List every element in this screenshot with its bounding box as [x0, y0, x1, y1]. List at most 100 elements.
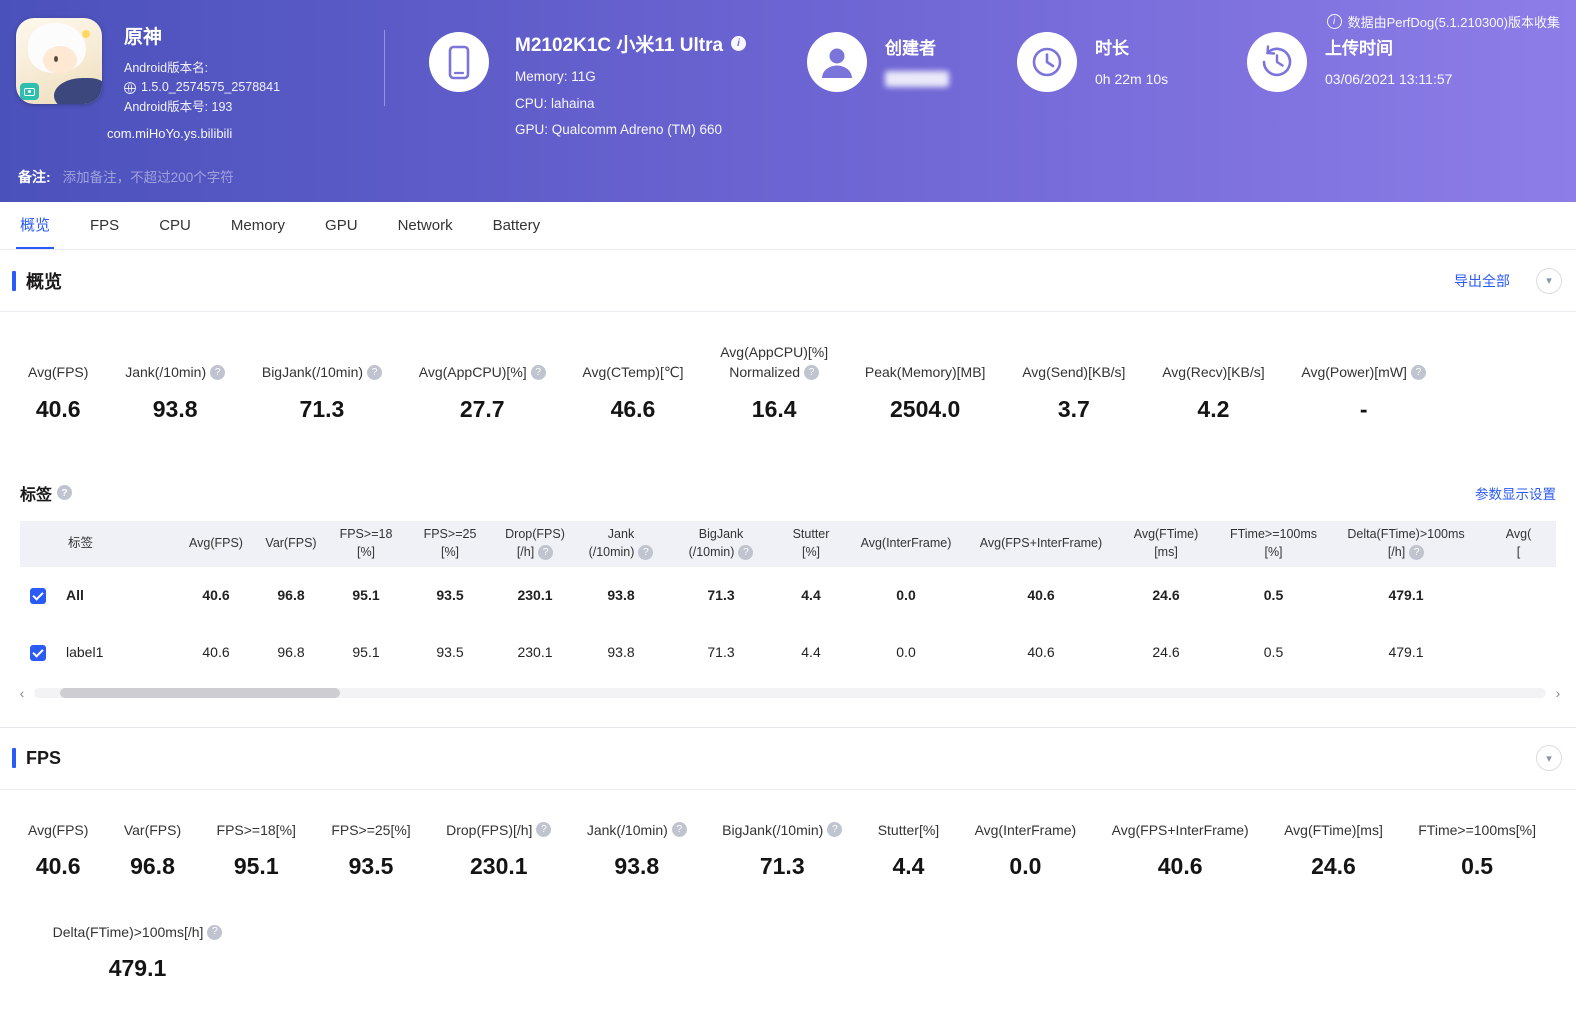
- row-value: 93.5: [436, 644, 464, 661]
- help-icon[interactable]: ?: [538, 544, 554, 560]
- metric-value: 95.1: [233, 852, 279, 879]
- column-header: Avg(FTime) [ms]: [1116, 520, 1216, 567]
- metric-value: 40.6: [1157, 852, 1203, 879]
- tab-FPS[interactable]: FPS: [70, 202, 139, 249]
- tab-Memory[interactable]: Memory: [211, 202, 305, 249]
- metric: Avg(Recv)[KB/s] 4.2: [1162, 362, 1264, 422]
- tab-GPU[interactable]: GPU: [305, 202, 378, 249]
- help-icon[interactable]: ?: [207, 924, 223, 940]
- fps-metrics-row-2: Delta(FTime)>100ms[/h]? 479.1: [0, 916, 1576, 1012]
- metric-label: Avg(Send)[KB/s]: [1022, 364, 1126, 381]
- help-icon[interactable]: ?: [827, 822, 843, 838]
- metric-value: 0.5: [1461, 852, 1494, 879]
- app-name: 原神: [124, 27, 163, 48]
- tab-CPU[interactable]: CPU: [139, 202, 211, 249]
- upload-label: 上传时间: [1325, 39, 1393, 58]
- metric-value: 479.1: [108, 955, 167, 982]
- device-block: M2102K1C 小米11 Ultra i Memory: 11G CPU: l…: [429, 18, 807, 144]
- overview-title: 概览: [26, 271, 62, 292]
- column-header: Avg([: [1481, 520, 1556, 567]
- header-divider: [384, 30, 385, 106]
- metric-value: 24.6: [1311, 852, 1356, 879]
- metric-label: Avg(FPS+InterFrame): [1111, 821, 1249, 838]
- app-version-name: 1.5.0_2574575_2578841: [141, 80, 281, 95]
- tab-概览[interactable]: 概览: [0, 202, 70, 249]
- metric-value: 40.6: [35, 395, 81, 422]
- row-checkbox[interactable]: [30, 644, 46, 661]
- help-icon[interactable]: ?: [638, 544, 654, 560]
- row-value: 93.5: [436, 587, 464, 604]
- column-header: Delta(FTime)>100ms [/h]?: [1331, 520, 1481, 567]
- fps-collapse-button[interactable]: ▾: [1536, 745, 1562, 772]
- help-icon[interactable]: ?: [804, 364, 820, 380]
- row-value: 479.1: [1388, 587, 1424, 604]
- report-header: i 数据由PerfDog(5.1.210300)版本收集 原神 Android版…: [0, 0, 1576, 202]
- metric-label: Avg(CTemp)[℃]: [582, 364, 684, 381]
- column-header: Var(FPS): [256, 520, 326, 567]
- duration-block: 时长 0h 22m 10s: [1017, 18, 1247, 92]
- metric-value: 93.5: [348, 852, 394, 879]
- row-value: 93.8: [607, 644, 635, 661]
- tab-Network[interactable]: Network: [378, 202, 473, 249]
- help-icon[interactable]: ?: [57, 485, 73, 501]
- column-header: FPS>=25 [%]: [406, 520, 494, 567]
- metric-label: BigJank(/10min)?: [722, 820, 843, 840]
- section-accent-bar: [12, 270, 16, 291]
- metric: Avg(FTime)[ms] 24.6: [1284, 820, 1383, 880]
- row-value: 230.1: [517, 587, 553, 604]
- clock-icon: [1017, 32, 1077, 92]
- metric: Avg(AppCPU)[%]? 27.7: [419, 362, 546, 422]
- upload-value: 03/06/2021 13:11:57: [1325, 71, 1453, 87]
- creator-block: 创建者: [807, 18, 1017, 92]
- help-icon[interactable]: ?: [671, 822, 687, 838]
- scrollbar-track[interactable]: [34, 687, 1546, 698]
- column-header: FPS>=18 [%]: [326, 520, 406, 567]
- metric: Peak(Memory)[MB] 2504.0: [865, 362, 986, 422]
- row-value: 4.4: [801, 644, 821, 661]
- help-icon[interactable]: ?: [1409, 544, 1425, 560]
- metric-label: Avg(FPS): [28, 821, 89, 838]
- row-value: 24.6: [1152, 587, 1180, 604]
- tab-bar: 概览 FPS CPU Memory GPU Network Battery: [0, 202, 1576, 250]
- scrollbar-thumb[interactable]: [60, 687, 340, 698]
- overview-collapse-button[interactable]: ▾: [1536, 267, 1562, 294]
- duration-label: 时长: [1095, 39, 1129, 58]
- fps-section: FPS ▾ Avg(FPS) 40.6 Var(FPS) 96.8 FPS>=18[%]…: [0, 728, 1576, 1012]
- section-accent-bar: [12, 748, 16, 769]
- scroll-left-icon[interactable]: ‹: [14, 686, 30, 700]
- help-icon[interactable]: ?: [1410, 364, 1426, 380]
- export-all-link[interactable]: 导出全部: [1454, 271, 1510, 291]
- app-meta: 原神 Android版本名: 1.5.0_2574575_2578841 And…: [124, 18, 280, 117]
- row-value: 24.6: [1152, 644, 1180, 661]
- app-version-name-label: Android版本名:: [124, 61, 209, 75]
- info-icon: i: [1326, 14, 1342, 29]
- row-value: 0.0: [896, 644, 916, 661]
- row-checkbox[interactable]: [30, 587, 46, 604]
- column-header: Avg(InterFrame): [846, 520, 966, 567]
- help-icon[interactable]: ?: [738, 544, 754, 560]
- metric-label: Drop(FPS)[/h]?: [446, 820, 552, 840]
- tab-Battery[interactable]: Battery: [473, 202, 561, 249]
- row-label: All: [66, 587, 84, 604]
- device-model: M2102K1C 小米11 Ultra: [515, 35, 724, 56]
- note-input[interactable]: [60, 168, 581, 186]
- metric-label: Avg(Recv)[KB/s]: [1162, 364, 1265, 381]
- metric-label: FPS>=18[%]: [216, 821, 296, 838]
- help-icon[interactable]: ?: [536, 822, 552, 838]
- device-cpu: CPU: lahaina: [515, 95, 595, 111]
- device-info-icon[interactable]: i: [731, 36, 747, 51]
- metric-value: -: [1359, 395, 1368, 422]
- checkbox-column-header: [20, 520, 56, 567]
- help-icon[interactable]: ?: [530, 364, 546, 380]
- globe-icon: [124, 82, 136, 95]
- labels-header: 标签 ? 参数显示设置: [0, 459, 1576, 519]
- row-value: 71.3: [707, 587, 735, 604]
- app-version-code: Android版本号: 193: [124, 99, 233, 114]
- scroll-right-icon[interactable]: ›: [1550, 686, 1566, 700]
- overview-section-header: 概览 导出全部 ▾: [0, 250, 1576, 312]
- help-icon[interactable]: ?: [367, 364, 383, 380]
- param-display-settings-link[interactable]: 参数显示设置: [1475, 483, 1556, 503]
- overview-section: 概览 导出全部 ▾ Avg(FPS) 40.6 Jank(/10min)? 93.8 B…: [0, 250, 1576, 701]
- row-value: 93.8: [607, 587, 635, 604]
- help-icon[interactable]: ?: [210, 364, 226, 380]
